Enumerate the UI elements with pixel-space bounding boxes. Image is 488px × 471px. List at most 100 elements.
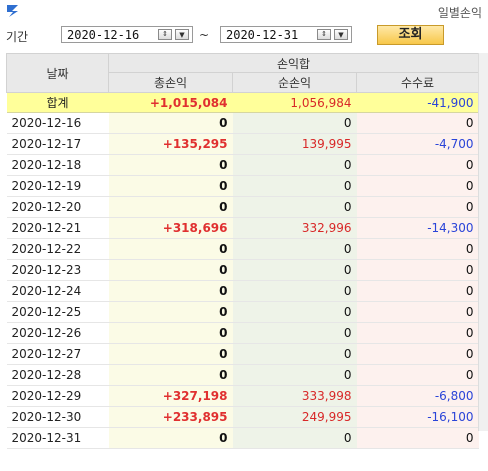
- table-row[interactable]: 2020-12-28 0 0 0: [6, 364, 479, 386]
- row-fee: -4,700: [356, 133, 479, 155]
- row-gross-pnl: 0: [108, 112, 233, 134]
- table-row[interactable]: 2020-12-22 0 0 0: [6, 238, 479, 260]
- total-label: 합계: [6, 92, 109, 113]
- row-gross-pnl: +327,198: [108, 385, 233, 407]
- row-date: 2020-12-19: [6, 175, 109, 197]
- row-fee: 0: [356, 154, 479, 176]
- row-gross-pnl: 0: [108, 427, 233, 449]
- row-fee: 0: [356, 322, 479, 344]
- row-gross-pnl: 0: [108, 280, 233, 302]
- row-date: 2020-12-28: [6, 364, 109, 386]
- header-pnl-group: 손익합: [107, 53, 480, 73]
- row-date: 2020-12-18: [6, 154, 109, 176]
- row-net-pnl: 0: [232, 259, 357, 281]
- header-date[interactable]: 날짜: [6, 53, 109, 93]
- end-date-value: 2020-12-31: [226, 28, 299, 42]
- table-row[interactable]: 2020-12-27 0 0 0: [6, 343, 479, 365]
- row-fee: -16,100: [356, 406, 479, 428]
- header-net-pnl[interactable]: 순손익: [232, 72, 357, 93]
- table-row[interactable]: 2020-12-16 0 0 0: [6, 112, 479, 134]
- table-row[interactable]: 2020-12-19 0 0 0: [6, 175, 479, 197]
- date-range-separator: ~: [199, 28, 210, 42]
- title-bar: 일별손익: [0, 0, 488, 24]
- row-date: 2020-12-25: [6, 301, 109, 323]
- table-row[interactable]: 2020-12-25 0 0 0: [6, 301, 479, 323]
- row-fee: 0: [356, 196, 479, 218]
- header-gross-pnl[interactable]: 총손익: [108, 72, 233, 93]
- row-gross-pnl: 0: [108, 343, 233, 365]
- total-net: 1,056,984: [232, 92, 357, 113]
- table-row[interactable]: 2020-12-24 0 0 0: [6, 280, 479, 302]
- row-fee: 0: [356, 427, 479, 449]
- total-fee: -41,900: [356, 92, 479, 113]
- row-net-pnl: 0: [232, 112, 357, 134]
- total-row[interactable]: 합계 +1,015,084 1,056,984 -41,900: [6, 92, 479, 113]
- row-net-pnl: 0: [232, 280, 357, 302]
- row-net-pnl: 249,995: [232, 406, 357, 428]
- row-fee: 0: [356, 280, 479, 302]
- end-date-field[interactable]: 2020-12-31 ⇕ ▼: [220, 26, 352, 43]
- table-row[interactable]: 2020-12-18 0 0 0: [6, 154, 479, 176]
- row-fee: 0: [356, 259, 479, 281]
- vertical-scrollbar[interactable]: [478, 53, 488, 431]
- spin-updown-icon[interactable]: ⇕: [317, 29, 331, 40]
- row-gross-pnl: +318,696: [108, 217, 233, 239]
- row-gross-pnl: 0: [108, 259, 233, 281]
- row-gross-pnl: 0: [108, 154, 233, 176]
- row-net-pnl: 0: [232, 301, 357, 323]
- row-fee: 0: [356, 112, 479, 134]
- start-date-field[interactable]: 2020-12-16 ⇕ ▼: [61, 26, 193, 43]
- row-net-pnl: 0: [232, 364, 357, 386]
- row-net-pnl: 0: [232, 238, 357, 260]
- row-fee: 0: [356, 175, 479, 197]
- table-row[interactable]: 2020-12-23 0 0 0: [6, 259, 479, 281]
- table-row[interactable]: 2020-12-21 +318,696 332,996 -14,300: [6, 217, 479, 239]
- row-fee: 0: [356, 238, 479, 260]
- row-date: 2020-12-27: [6, 343, 109, 365]
- row-date: 2020-12-16: [6, 112, 109, 134]
- period-label: 기간: [6, 30, 29, 44]
- row-gross-pnl: 0: [108, 175, 233, 197]
- row-gross-pnl: 0: [108, 196, 233, 218]
- row-net-pnl: 0: [232, 427, 357, 449]
- row-date: 2020-12-23: [6, 259, 109, 281]
- row-gross-pnl: 0: [108, 301, 233, 323]
- dropdown-arrow-icon[interactable]: ▼: [334, 29, 348, 40]
- row-date: 2020-12-24: [6, 280, 109, 302]
- table-row[interactable]: 2020-12-20 0 0 0: [6, 196, 479, 218]
- row-net-pnl: 139,995: [232, 133, 357, 155]
- row-gross-pnl: 0: [108, 364, 233, 386]
- spin-updown-icon[interactable]: ⇕: [158, 29, 172, 40]
- table-row[interactable]: 2020-12-29 +327,198 333,998 -6,800: [6, 385, 479, 407]
- header-fee[interactable]: 수수료: [355, 72, 480, 93]
- row-fee: 0: [356, 343, 479, 365]
- daily-pnl-table: 날짜 손익합 총손익 순손익 수수료 합계 +1,015,084 1,056,9…: [6, 53, 480, 449]
- row-net-pnl: 332,996: [232, 217, 357, 239]
- row-net-pnl: 0: [232, 154, 357, 176]
- row-fee: -6,800: [356, 385, 479, 407]
- period-filter-bar: 기간 2020-12-16 ⇕ ▼ ~ 2020-12-31 ⇕ ▼ 조회: [0, 24, 488, 48]
- row-gross-pnl: +135,295: [108, 133, 233, 155]
- table-row[interactable]: 2020-12-26 0 0 0: [6, 322, 479, 344]
- table-row[interactable]: 2020-12-30 +233,895 249,995 -16,100: [6, 406, 479, 428]
- row-net-pnl: 0: [232, 175, 357, 197]
- row-net-pnl: 0: [232, 343, 357, 365]
- table-row[interactable]: 2020-12-31 0 0 0: [6, 427, 479, 449]
- row-date: 2020-12-31: [6, 427, 109, 449]
- row-net-pnl: 0: [232, 196, 357, 218]
- app-logo-icon: [7, 5, 18, 17]
- row-date: 2020-12-20: [6, 196, 109, 218]
- window-title: 일별손익: [437, 6, 482, 20]
- row-fee: 0: [356, 301, 479, 323]
- row-date: 2020-12-22: [6, 238, 109, 260]
- row-gross-pnl: +233,895: [108, 406, 233, 428]
- dropdown-arrow-icon[interactable]: ▼: [175, 29, 189, 40]
- row-gross-pnl: 0: [108, 322, 233, 344]
- row-net-pnl: 333,998: [232, 385, 357, 407]
- table-row[interactable]: 2020-12-17 +135,295 139,995 -4,700: [6, 133, 479, 155]
- search-button[interactable]: 조회: [377, 25, 444, 45]
- row-net-pnl: 0: [232, 322, 357, 344]
- total-gross: +1,015,084: [108, 92, 233, 113]
- row-date: 2020-12-21: [6, 217, 109, 239]
- row-fee: -14,300: [356, 217, 479, 239]
